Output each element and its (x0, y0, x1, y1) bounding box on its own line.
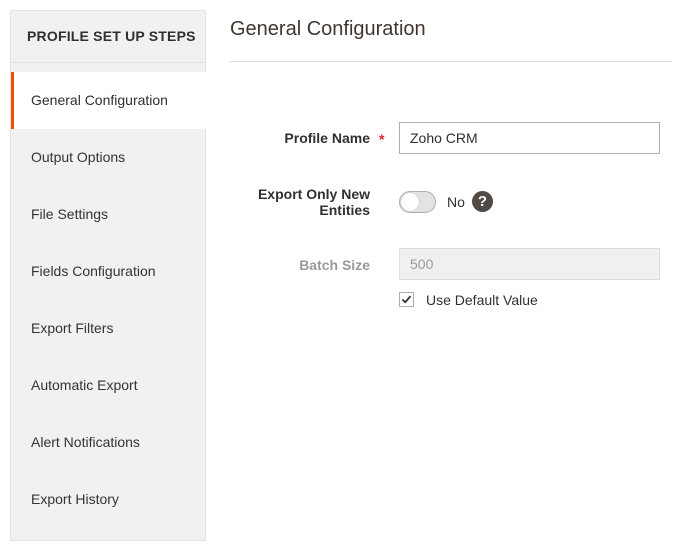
sidebar-title: PROFILE SET UP STEPS (11, 11, 205, 63)
profile-setup-page: PROFILE SET UP STEPS General Configurati… (0, 0, 685, 550)
use-default-label[interactable]: Use Default Value (426, 292, 538, 308)
sidebar-item-file-settings[interactable]: File Settings (11, 186, 206, 243)
sidebar-items: General Configuration Output Options Fil… (11, 72, 206, 528)
profile-name-row: Profile Name * (230, 122, 671, 154)
batch-size-label: Batch Size (299, 257, 370, 273)
use-default-checkbox[interactable] (399, 292, 414, 307)
batch-size-row: Batch Size (230, 248, 671, 280)
profile-name-label: Profile Name (284, 130, 370, 146)
sidebar-item-general-configuration[interactable]: General Configuration (11, 72, 206, 129)
sidebar-item-export-history[interactable]: Export History (11, 471, 206, 528)
export-only-new-row: Export Only New Entities No ? (230, 186, 671, 220)
profile-steps-sidebar: PROFILE SET UP STEPS General Configurati… (10, 10, 206, 541)
required-star: * (379, 131, 385, 147)
export-only-new-label-line1: Export Only New (257, 186, 370, 202)
export-only-new-label-line2: Entities (319, 202, 370, 218)
batch-size-input[interactable] (399, 248, 660, 280)
checkmark-icon (401, 295, 412, 304)
toggle-state-text: No (447, 194, 465, 210)
export-only-new-label: Export Only New Entities (220, 186, 370, 218)
page-title: General Configuration (230, 0, 671, 62)
profile-name-input[interactable] (399, 122, 660, 154)
sidebar-item-fields-configuration[interactable]: Fields Configuration (11, 243, 206, 300)
sidebar-item-output-options[interactable]: Output Options (11, 129, 206, 186)
sidebar-item-export-filters[interactable]: Export Filters (11, 300, 206, 357)
sidebar-item-alert-notifications[interactable]: Alert Notifications (11, 414, 206, 471)
main-content: General Configuration Profile Name * Exp… (230, 0, 671, 308)
toggle-knob (401, 193, 419, 211)
sidebar-item-automatic-export[interactable]: Automatic Export (11, 357, 206, 414)
use-default-row: Use Default Value (230, 292, 671, 310)
export-only-new-toggle[interactable] (399, 191, 436, 213)
question-circle-icon[interactable]: ? (472, 191, 493, 212)
